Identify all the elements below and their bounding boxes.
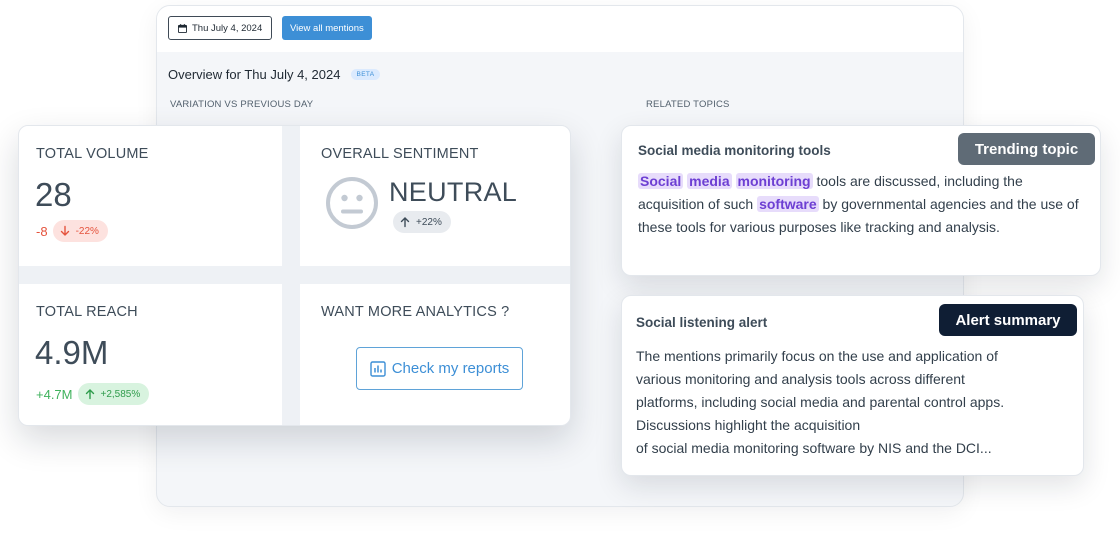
alert-title: Social listening alert [636,315,768,330]
topic-title: Social media monitoring tools [638,143,831,158]
trending-topic-badge: Trending topic [958,133,1095,165]
reach-delta-percent: +2,585% [100,388,141,400]
sentiment-delta-percent: +22% [416,216,442,228]
reach-delta: +4.7M +2,585% [36,383,150,405]
tile-title: TOTAL REACH [36,304,138,320]
sentiment-value: NEUTRAL [389,177,518,207]
summary-line: Discussions highlight the acquisition [636,417,861,433]
check-reports-label: Check my reports [391,360,510,377]
sentiment-delta-pill: +22% [393,211,451,233]
overview-title: Overview for Thu July 4, 2024 [168,67,341,82]
tile-title: TOTAL VOLUME [36,146,149,162]
summary-line: various monitoring and analysis tools ac… [636,371,965,387]
alert-summary-card: Social listening alert Alert summary The… [621,295,1084,476]
reach-delta-absolute: +4.7M [36,386,73,402]
view-all-mentions-button[interactable]: View all mentions [282,16,372,40]
arrow-up-icon [85,389,94,400]
highlighted-keyword: software [757,196,819,212]
stats-card: TOTAL VOLUME 28 -8 -22% OVERALL SENTIMEN… [18,125,571,426]
beta-badge: BETA [351,69,380,80]
arrow-up-icon [400,217,410,228]
date-picker-button[interactable]: Thu July 4, 2024 [168,16,273,40]
arrow-down-icon [60,225,69,236]
volume-delta-absolute: -8 [36,223,48,239]
highlighted-keyword: media [687,173,732,189]
related-topics-label: RELATED TOPICS [646,99,730,110]
panel-toolbar: Thu July 4, 2024 View all mentions [157,6,963,52]
alert-summary-badge: Alert summary [939,304,1077,336]
overview-header: Overview for Thu July 4, 2024 BETA [168,67,380,82]
date-label: Thu July 4, 2024 [192,22,263,34]
summary-text [732,173,736,189]
bar-chart-icon [370,360,386,377]
total-reach-value: 4.9M [35,334,109,371]
trending-topic-card: Social media monitoring tools Trending t… [621,125,1101,276]
total-volume-tile: TOTAL VOLUME 28 -8 -22% [19,126,282,266]
volume-delta: -8 -22% [36,220,108,242]
volume-delta-pill: -22% [52,220,108,242]
reach-delta-pill: +2,585% [77,383,150,405]
summary-line: platforms, including social media and pa… [636,394,1005,410]
check-reports-button[interactable]: Check my reports [356,347,523,390]
highlighted-keyword: monitoring [735,173,813,189]
total-volume-value: 28 [35,176,72,213]
calendar-icon [178,23,187,33]
neutral-face-icon [326,177,378,229]
more-analytics-tile: WANT MORE ANALYTICS ? Check my reports [300,284,570,425]
highlighted-keyword: Social [638,173,684,189]
summary-line: of social media monitoring software by N… [636,440,992,456]
summary-line: The mentions primarily focus on the use … [636,348,998,364]
volume-delta-percent: -22% [75,225,99,237]
variation-section-label: VARIATION VS PREVIOUS DAY [170,99,314,110]
overall-sentiment-tile: OVERALL SENTIMENT NEUTRAL +22% [300,126,570,266]
tile-title: WANT MORE ANALYTICS ? [321,304,510,320]
topic-summary: Social media monitoring tools are discus… [638,170,1090,239]
tile-title: OVERALL SENTIMENT [321,146,479,162]
alert-summary-text: The mentions primarily focus on the use … [636,345,1076,460]
total-reach-tile: TOTAL REACH 4.9M +4.7M +2,585% [19,284,282,425]
